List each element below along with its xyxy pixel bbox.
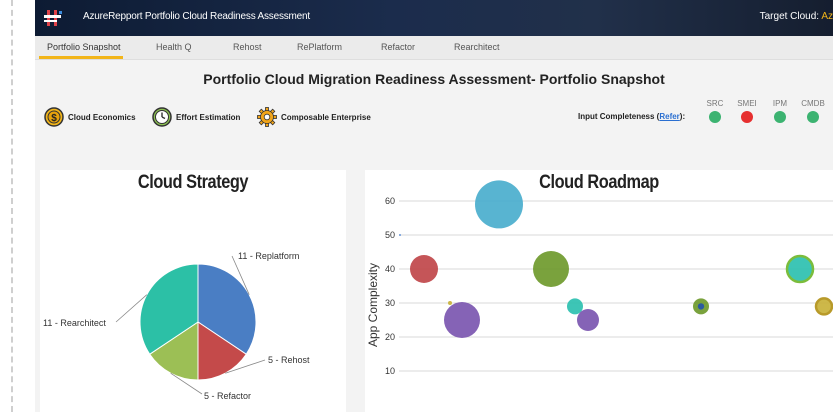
pie-slice-label: 5 - Refactor <box>204 391 251 401</box>
tab-rehost[interactable]: Rehost <box>233 36 262 60</box>
roadmap-bubble[interactable] <box>448 301 452 305</box>
y-tick-label: 40 <box>385 264 395 274</box>
tab-bar: Portfolio Snapshot Health Q Rehost RePla… <box>35 36 833 60</box>
roadmap-bubble[interactable] <box>410 255 438 283</box>
source-label-smei: SMEI <box>737 99 757 108</box>
tab-refactor[interactable]: Refactor <box>381 36 415 60</box>
status-dot-cmdb <box>807 111 819 123</box>
cloud-strategy-pie-chart: 11 - Replatform 5 - Rehost 5 - Refactor 11 … <box>43 251 310 401</box>
top-header-bar: AzureRepport Portfolio Cloud Readiness A… <box>35 0 833 36</box>
source-label-cmdb: CMDB <box>801 99 825 108</box>
y-axis-label: App Complexity <box>366 263 380 347</box>
source-label-ipm: IPM <box>772 99 788 108</box>
y-tick-label: 60 <box>385 196 395 206</box>
dashed-margin-line <box>11 0 13 412</box>
target-cloud-label: Target Cloud: <box>759 11 820 22</box>
app-window: AzureRepport Portfolio Cloud Readiness A… <box>35 0 833 412</box>
pie-slice-label: 11 - Replatform <box>238 251 299 261</box>
y-tick-label: 30 <box>385 298 395 308</box>
legend-composable-enterprise[interactable]: Composable Enterprise <box>257 107 371 127</box>
roadmap-bubble[interactable] <box>399 234 401 236</box>
dollar-coin-icon: $ <box>44 107 64 127</box>
y-tick-label: 20 <box>385 332 395 342</box>
app-logo-icon[interactable] <box>43 7 65 29</box>
tab-health-q[interactable]: Health Q <box>156 36 192 60</box>
screenshot-root: AzureRepport Portfolio Cloud Readiness A… <box>0 0 833 412</box>
gear-icon <box>257 107 277 127</box>
legend-label: Cloud Economics <box>68 112 136 122</box>
roadmap-bubble[interactable] <box>444 302 480 338</box>
svg-text:$: $ <box>51 113 57 124</box>
tab-replatform[interactable]: RePlatform <box>297 36 342 60</box>
cloud-strategy-panel: Cloud Strategy 11 - Replatform 5 - Rehost… <box>40 170 346 412</box>
page-title: Portfolio Cloud Migration Readiness Asse… <box>203 71 665 87</box>
roadmap-bubble[interactable] <box>814 297 833 316</box>
status-dot-src <box>709 111 721 123</box>
pie-slice-label: 11 - Rearchitect <box>43 318 106 328</box>
tab-rearchitect[interactable]: Rearchitect <box>454 36 500 60</box>
legend-label: Composable Enterprise <box>281 112 371 122</box>
app-title: AzureRepport Portfolio Cloud Readiness A… <box>83 11 310 22</box>
y-tick-label: 50 <box>385 230 395 240</box>
roadmap-bubble[interactable] <box>533 251 569 287</box>
roadmap-bubble[interactable] <box>785 254 815 284</box>
status-dot-ipm <box>774 111 786 123</box>
refer-link[interactable]: Refer <box>659 112 679 121</box>
status-dot-smei <box>741 111 753 123</box>
active-tab-indicator <box>39 56 123 59</box>
cloud-roadmap-panel: 10 20 30 40 50 60 App Complexity Cloud Roadmap <box>365 170 833 412</box>
target-cloud-value: Az <box>821 11 833 22</box>
input-completeness-label: Input Completeness (Refer): <box>578 112 686 121</box>
legend-cloud-economics[interactable]: $ Cloud Economics <box>44 107 136 127</box>
source-label-src: SRC <box>706 99 724 108</box>
legend-effort-estimation[interactable]: Effort Estimation <box>152 107 240 127</box>
cloud-roadmap-bubble-chart: 10 20 30 40 50 60 App Complexity <box>366 180 833 376</box>
pie-slice-label: 5 - Rehost <box>268 355 310 365</box>
y-tick-label: 10 <box>385 366 395 376</box>
target-cloud-indicator[interactable]: Target Cloud: Az <box>760 11 833 22</box>
roadmap-bubble[interactable] <box>577 309 599 331</box>
roadmap-bubble-core <box>697 303 705 310</box>
legend-label: Effort Estimation <box>176 112 241 122</box>
cloud-roadmap-title: Cloud Roadmap <box>539 172 659 193</box>
clock-icon <box>152 107 172 127</box>
